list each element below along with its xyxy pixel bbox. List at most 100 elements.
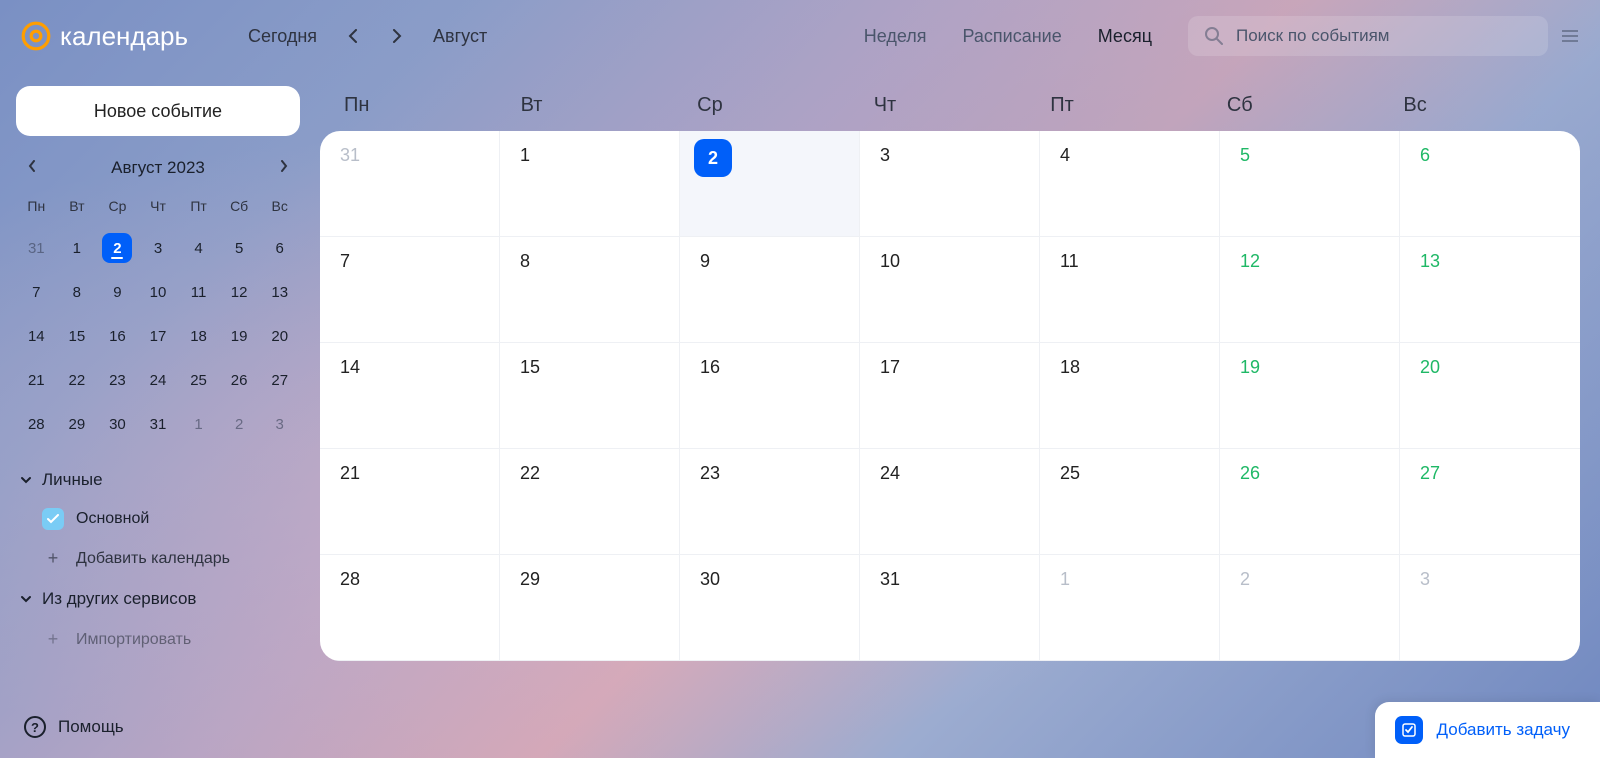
calendar-day-cell[interactable]: 20 bbox=[1400, 343, 1580, 449]
calendar-day-cell[interactable]: 10 bbox=[860, 237, 1040, 343]
search-input[interactable] bbox=[1236, 26, 1532, 46]
mini-day-cell[interactable]: 14 bbox=[16, 314, 57, 358]
calendar-day-cell[interactable]: 28 bbox=[320, 555, 500, 661]
mini-day-cell[interactable]: 11 bbox=[178, 270, 219, 314]
add-task-button[interactable]: Добавить задачу bbox=[1375, 702, 1600, 758]
mini-day-cell[interactable]: 25 bbox=[178, 358, 219, 402]
calendar-day-cell[interactable]: 9 bbox=[680, 237, 860, 343]
calendar-day-cell[interactable]: 8 bbox=[500, 237, 680, 343]
calendar-day-cell[interactable]: 5 bbox=[1220, 131, 1400, 237]
calendar-day-cell[interactable]: 4 bbox=[1040, 131, 1220, 237]
new-event-button[interactable]: Новое событие bbox=[16, 86, 300, 136]
calendar-day-cell[interactable]: 18 bbox=[1040, 343, 1220, 449]
mini-prev-button[interactable] bbox=[22, 159, 42, 177]
brand-text: календарь bbox=[60, 21, 188, 52]
calendar-day-cell[interactable]: 7 bbox=[320, 237, 500, 343]
mini-day-cell[interactable]: 18 bbox=[178, 314, 219, 358]
calendar-day-cell[interactable]: 2 bbox=[1220, 555, 1400, 661]
search-box[interactable] bbox=[1188, 16, 1548, 56]
mini-day-cell[interactable]: 19 bbox=[219, 314, 260, 358]
section-personal-label: Личные bbox=[42, 470, 103, 490]
section-other-services-label: Из других сервисов bbox=[42, 589, 196, 609]
calendar-checkbox[interactable] bbox=[42, 508, 64, 530]
calendar-day-cell[interactable]: 25 bbox=[1040, 449, 1220, 555]
calendar-day-cell[interactable]: 29 bbox=[500, 555, 680, 661]
plus-icon: + bbox=[42, 629, 64, 650]
prev-month-button[interactable] bbox=[345, 28, 361, 44]
mini-day-cell[interactable]: 12 bbox=[219, 270, 260, 314]
search-icon bbox=[1204, 26, 1224, 46]
mini-day-cell[interactable]: 20 bbox=[259, 314, 300, 358]
import-button[interactable]: + Импортировать bbox=[16, 619, 300, 660]
calendar-day-cell[interactable]: 6 bbox=[1400, 131, 1580, 237]
help-button[interactable]: ? Помощь bbox=[24, 716, 124, 738]
today-button[interactable]: Сегодня bbox=[248, 26, 317, 47]
calendar-day-cell[interactable]: 3 bbox=[860, 131, 1040, 237]
mini-day-cell[interactable]: 21 bbox=[16, 358, 57, 402]
mini-next-button[interactable] bbox=[274, 159, 294, 177]
menu-icon[interactable] bbox=[1560, 26, 1580, 46]
mini-day-cell[interactable]: 2 bbox=[219, 402, 260, 446]
mini-day-cell[interactable]: 10 bbox=[138, 270, 179, 314]
mini-day-cell[interactable]: 17 bbox=[138, 314, 179, 358]
calendar-day-cell[interactable]: 21 bbox=[320, 449, 500, 555]
calendar-day-cell[interactable]: 30 bbox=[680, 555, 860, 661]
calendar-day-cell[interactable]: 15 bbox=[500, 343, 680, 449]
mini-day-cell[interactable]: 15 bbox=[57, 314, 98, 358]
calendar-day-cell[interactable]: 1 bbox=[500, 131, 680, 237]
mini-day-cell[interactable]: 1 bbox=[57, 226, 98, 270]
mini-day-cell[interactable]: 26 bbox=[219, 358, 260, 402]
mini-day-cell[interactable]: 27 bbox=[259, 358, 300, 402]
mini-day-cell[interactable]: 22 bbox=[57, 358, 98, 402]
calendar-day-cell[interactable]: 31 bbox=[320, 131, 500, 237]
mini-day-cell[interactable]: 31 bbox=[16, 226, 57, 270]
calendar-item[interactable]: Основной bbox=[16, 500, 300, 538]
mini-day-cell[interactable]: 29 bbox=[57, 402, 98, 446]
calendar-day-cell[interactable]: 13 bbox=[1400, 237, 1580, 343]
mini-day-cell[interactable]: 31 bbox=[138, 402, 179, 446]
calendar-day-cell[interactable]: 31 bbox=[860, 555, 1040, 661]
mini-day-header: Пн bbox=[16, 192, 57, 226]
mini-day-cell[interactable]: 7 bbox=[16, 270, 57, 314]
calendar-day-cell[interactable]: 19 bbox=[1220, 343, 1400, 449]
mini-day-header: Вс bbox=[259, 192, 300, 226]
calendar-day-cell[interactable]: 26 bbox=[1220, 449, 1400, 555]
calendar-day-cell[interactable]: 24 bbox=[860, 449, 1040, 555]
help-label: Помощь bbox=[58, 717, 124, 737]
mini-day-cell[interactable]: 3 bbox=[138, 226, 179, 270]
calendar-day-cell[interactable]: 16 bbox=[680, 343, 860, 449]
mini-day-cell[interactable]: 23 bbox=[97, 358, 138, 402]
view-tab-month[interactable]: Месяц bbox=[1098, 26, 1152, 47]
mini-day-cell[interactable]: 3 bbox=[259, 402, 300, 446]
mini-day-cell[interactable]: 8 bbox=[57, 270, 98, 314]
calendar-day-cell[interactable]: 1 bbox=[1040, 555, 1220, 661]
calendar-day-cell[interactable]: 3 bbox=[1400, 555, 1580, 661]
section-other-services[interactable]: Из других сервисов bbox=[16, 579, 300, 619]
mini-day-cell[interactable]: 13 bbox=[259, 270, 300, 314]
mini-day-cell[interactable]: 1 bbox=[178, 402, 219, 446]
next-month-button[interactable] bbox=[389, 28, 405, 44]
view-tab-schedule[interactable]: Расписание bbox=[962, 26, 1061, 47]
calendar-day-cell[interactable]: 27 bbox=[1400, 449, 1580, 555]
add-calendar-button[interactable]: + Добавить календарь bbox=[16, 538, 300, 579]
logo[interactable]: календарь bbox=[20, 20, 188, 52]
calendar-day-cell[interactable]: 14 bbox=[320, 343, 500, 449]
calendar-day-cell[interactable]: 23 bbox=[680, 449, 860, 555]
mini-day-cell[interactable]: 4 bbox=[178, 226, 219, 270]
calendar-day-cell[interactable]: 22 bbox=[500, 449, 680, 555]
calendar-day-cell[interactable]: 11 bbox=[1040, 237, 1220, 343]
main-day-header: Чт bbox=[862, 94, 1039, 117]
mini-day-cell[interactable]: 24 bbox=[138, 358, 179, 402]
view-tab-week[interactable]: Неделя bbox=[864, 26, 927, 47]
mini-day-cell[interactable]: 6 bbox=[259, 226, 300, 270]
calendar-day-cell[interactable]: 17 bbox=[860, 343, 1040, 449]
mini-day-cell[interactable]: 16 bbox=[97, 314, 138, 358]
mini-day-cell[interactable]: 9 bbox=[97, 270, 138, 314]
calendar-day-cell[interactable]: 12 bbox=[1220, 237, 1400, 343]
mini-day-cell[interactable]: 5 bbox=[219, 226, 260, 270]
mini-day-cell[interactable]: 28 bbox=[16, 402, 57, 446]
calendar-day-cell[interactable]: 2 bbox=[680, 131, 860, 237]
section-personal[interactable]: Личные bbox=[16, 460, 300, 500]
mini-day-cell[interactable]: 2 bbox=[97, 226, 138, 270]
mini-day-cell[interactable]: 30 bbox=[97, 402, 138, 446]
